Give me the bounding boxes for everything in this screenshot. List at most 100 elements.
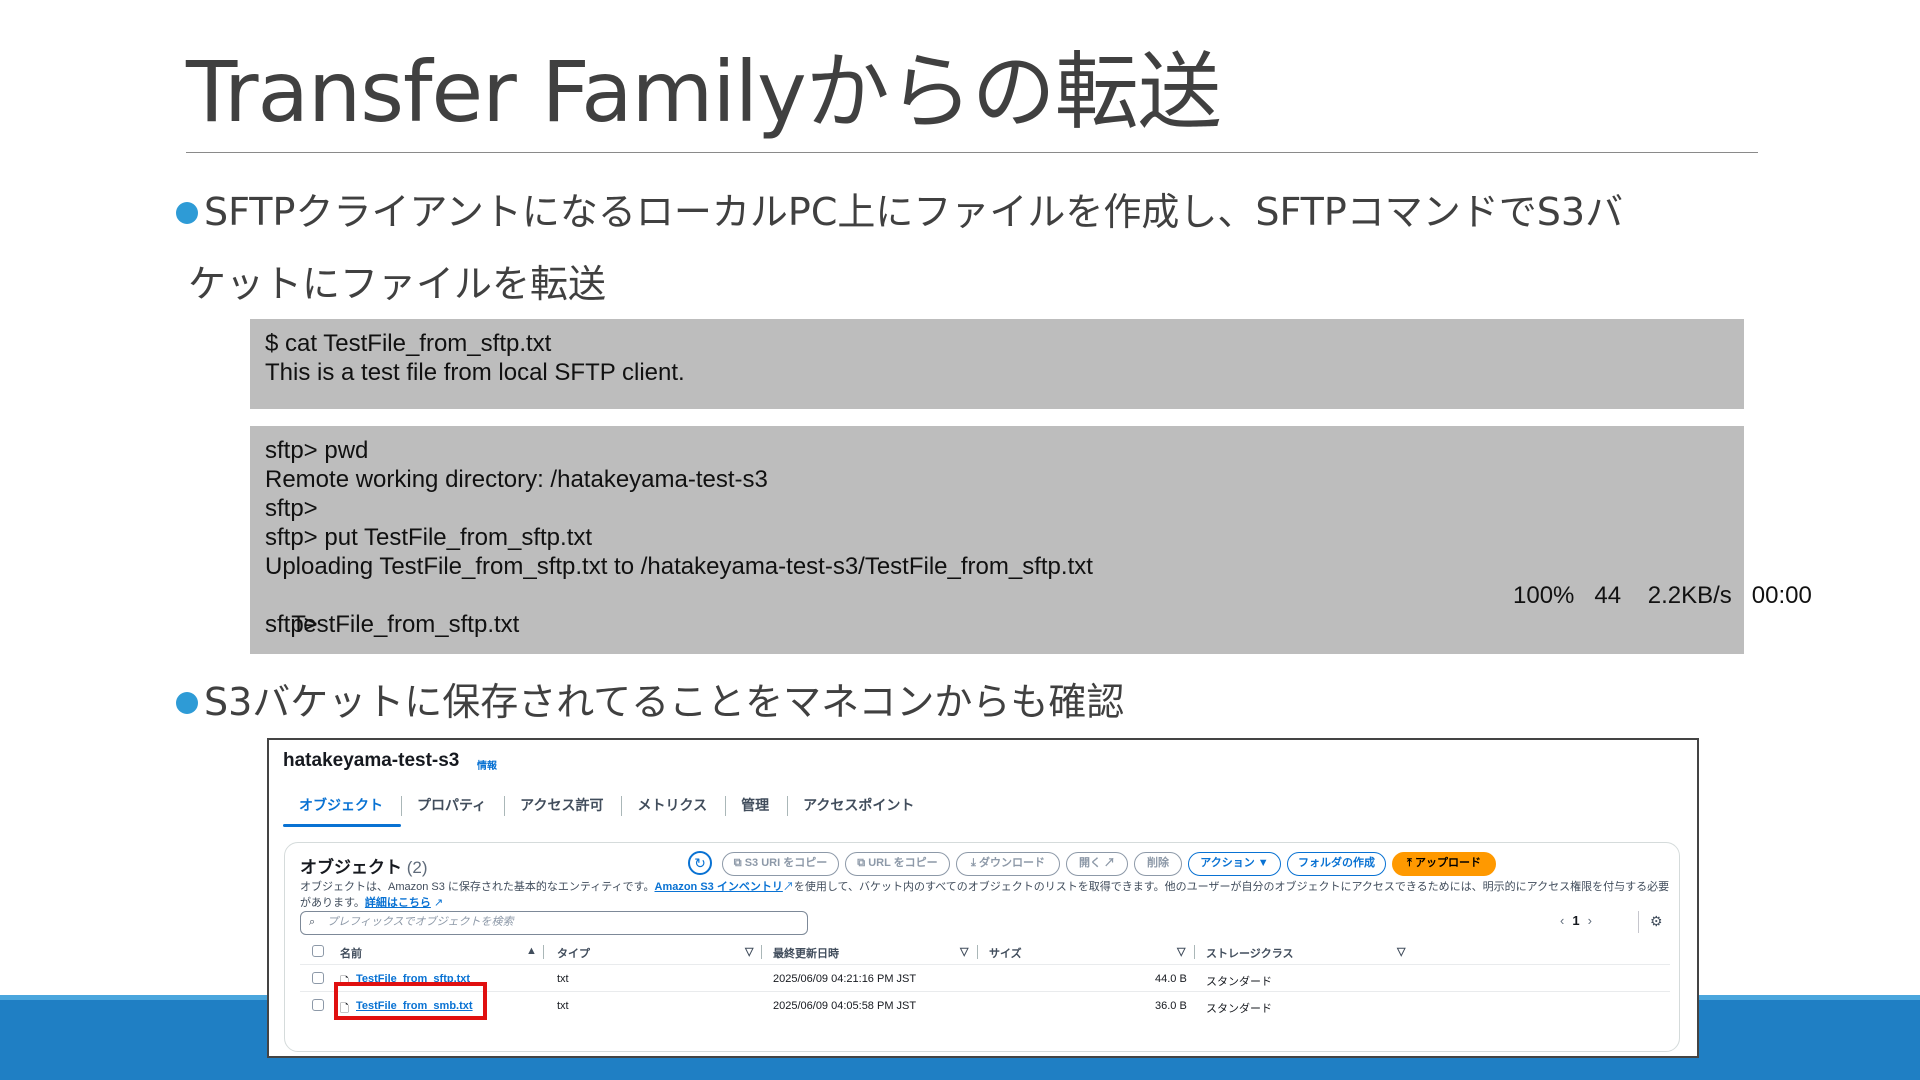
object-size: 44.0 B <box>1155 973 1187 985</box>
object-modified: 2025/06/09 04:05:58 PM JST <box>773 1000 917 1012</box>
tab-metrics[interactable]: メトリクス <box>621 794 725 816</box>
inventory-link[interactable]: Amazon S3 インベントリ <box>655 881 783 893</box>
code-line: sftp> <box>265 495 318 522</box>
object-size: 36.0 B <box>1155 1000 1187 1012</box>
tab-bar: オブジェクト プロパティ アクセス許可 メトリクス 管理 アクセスポイント <box>283 794 932 824</box>
row-checkbox[interactable] <box>312 999 324 1011</box>
gear-icon[interactable]: ⚙ <box>1650 913 1663 930</box>
column-divider <box>977 945 978 959</box>
row-divider <box>300 991 1670 992</box>
sort-asc-icon[interactable]: ▲ <box>526 945 537 957</box>
prev-page-icon[interactable]: ‹ <box>1560 913 1564 928</box>
description-text: オブジェクトは、Amazon S3 に保存された基本的なエンティティです。 <box>300 881 655 893</box>
tab-permissions[interactable]: アクセス許可 <box>504 794 621 816</box>
learn-more-link[interactable]: 詳細はこちら <box>365 897 431 909</box>
column-header-modified[interactable]: 最終更新日時 <box>773 945 839 961</box>
bullet-2: S3バケットに保存されてることをマネコンからも確認 <box>176 666 1124 738</box>
open-label: 開く <box>1078 857 1101 869</box>
column-header-name[interactable]: 名前 <box>340 945 362 961</box>
code-line: $ cat TestFile_from_sftp.txt <box>265 330 552 357</box>
column-header-storage-class[interactable]: ストレージクラス <box>1206 945 1294 961</box>
tab-management[interactable]: 管理 <box>725 794 787 816</box>
pagination: ‹ 1 › <box>1560 913 1592 928</box>
upload-button[interactable]: ⤒ アップロード <box>1392 852 1496 876</box>
object-storage-class: スタンダード <box>1206 976 1272 988</box>
code-line: Remote working directory: /hatakeyama-te… <box>265 466 768 493</box>
bucket-name: hatakeyama-test-s3 <box>283 750 460 771</box>
bullet-1-line-2: ケットにファイルを転送 <box>188 262 607 306</box>
code-line: sftp> pwd <box>265 437 369 464</box>
panel-description: オブジェクトは、Amazon S3 に保存された基本的なエンティティです。Ama… <box>300 879 1670 911</box>
create-folder-button[interactable]: フォルダの作成 <box>1287 852 1386 876</box>
page-number[interactable]: 1 <box>1572 913 1579 928</box>
bullet-dot-icon <box>176 692 198 714</box>
code-block-sftp: sftp> pwd Remote working directory: /hat… <box>250 426 1812 654</box>
next-page-icon[interactable]: › <box>1588 913 1592 928</box>
download-label: ダウンロード <box>978 857 1045 869</box>
delete-label: 削除 <box>1147 857 1169 869</box>
download-button[interactable]: ⤓ ダウンロード <box>956 852 1060 876</box>
object-type: txt <box>557 973 569 985</box>
code-block-cat: $ cat TestFile_from_sftp.txt This is a t… <box>250 319 1744 409</box>
column-header-type[interactable]: タイプ <box>557 945 590 961</box>
bullet-1: SFTPクライアントになるローカルPC上にファイルを作成し、SFTPコマンドでS… <box>176 176 1736 320</box>
bullet-dot-icon <box>176 202 198 224</box>
bullet-2-text: S3バケットに保存されてることをマネコンからも確認 <box>204 680 1125 724</box>
external-link-icon: ↗ <box>430 897 444 909</box>
info-link[interactable]: 情報 <box>477 757 497 772</box>
sort-icon[interactable]: ▽ <box>1397 945 1405 958</box>
code-line-progress: TestFile_from_sftp.txt 100% 44 2.2KB/s 0… <box>265 581 1812 638</box>
table-row[interactable]: 🗋 TestFile_from_smb.txt txt 2025/06/09 0… <box>300 994 1670 1018</box>
copy-icon: ⧉ <box>733 857 745 869</box>
tab-access-points[interactable]: アクセスポイント <box>787 794 932 816</box>
external-link-icon: ↗ <box>1100 857 1116 869</box>
code-line: sftp> put TestFile_from_sftp.txt <box>265 524 593 551</box>
row-divider <box>300 964 1670 965</box>
upload-icon: ⤒ <box>1407 857 1415 869</box>
select-all-checkbox[interactable] <box>312 945 324 957</box>
sort-icon[interactable]: ▽ <box>1177 945 1185 958</box>
actions-label: アクション ▼ <box>1200 857 1269 869</box>
active-tab-indicator <box>283 824 401 827</box>
search-icon: ⌕ <box>309 916 316 928</box>
refresh-button[interactable]: ↻ <box>688 851 712 875</box>
refresh-icon: ↻ <box>694 855 706 871</box>
copy-icon: ⧉ <box>857 857 869 869</box>
code-line: This is a test file from local SFTP clie… <box>265 359 685 386</box>
sort-icon[interactable]: ▽ <box>960 945 968 958</box>
highlight-annotation <box>334 982 487 1020</box>
copy-s3-uri-label: S3 URI をコピー <box>744 857 828 869</box>
object-count: (2) <box>406 858 428 877</box>
objects-panel: オブジェクト (2) ↻ ⧉ S3 URI をコピー ⧉ URL をコピー ⤓ … <box>284 842 1680 1052</box>
tab-objects[interactable]: オブジェクト <box>283 794 401 816</box>
copy-url-button[interactable]: ⧉ URL をコピー <box>845 852 950 876</box>
table-header: 名前 ▲ タイプ ▽ 最終更新日時 ▽ サイズ ▽ ストレージクラス ▽ <box>300 941 1670 963</box>
open-button[interactable]: 開く ↗ <box>1066 852 1128 876</box>
code-line: Uploading TestFile_from_sftp.txt to /hat… <box>265 553 1093 580</box>
panel-title-text: オブジェクト <box>300 858 402 877</box>
download-icon: ⤓ <box>971 857 979 869</box>
progress-stats: 100% 44 2.2KB/s 00:00 <box>1513 582 1812 609</box>
search-placeholder: プレフィックスでオブジェクトを検索 <box>327 916 514 928</box>
panel-title: オブジェクト (2) <box>300 853 428 878</box>
column-divider <box>543 945 544 959</box>
s3-console-screenshot: hatakeyama-test-s3 情報 オブジェクト プロパティ アクセス許… <box>267 738 1699 1058</box>
actions-dropdown[interactable]: アクション ▼ <box>1188 852 1281 876</box>
search-input[interactable]: ⌕ プレフィックスでオブジェクトを検索 <box>300 911 808 935</box>
create-folder-label: フォルダの作成 <box>1298 857 1375 869</box>
sort-icon[interactable]: ▽ <box>745 945 753 958</box>
copy-s3-uri-button[interactable]: ⧉ S3 URI をコピー <box>722 852 839 876</box>
object-modified: 2025/06/09 04:21:16 PM JST <box>773 973 917 985</box>
column-header-size[interactable]: サイズ <box>989 945 1022 961</box>
column-divider <box>761 945 762 959</box>
row-checkbox[interactable] <box>312 972 324 984</box>
delete-button[interactable]: 削除 <box>1134 852 1182 876</box>
table-row[interactable]: 🗋 TestFile_from_sftp.txt txt 2025/06/09 … <box>300 967 1670 991</box>
column-divider <box>1194 945 1195 959</box>
code-line: sftp> <box>265 611 318 638</box>
bullet-1-line-1: SFTPクライアントになるローカルPC上にファイルを作成し、SFTPコマンドでS… <box>204 190 1624 234</box>
copy-url-label: URL をコピー <box>868 857 938 869</box>
tab-properties[interactable]: プロパティ <box>401 794 504 816</box>
pager-divider <box>1638 911 1639 933</box>
upload-label: アップロード <box>1414 857 1481 869</box>
